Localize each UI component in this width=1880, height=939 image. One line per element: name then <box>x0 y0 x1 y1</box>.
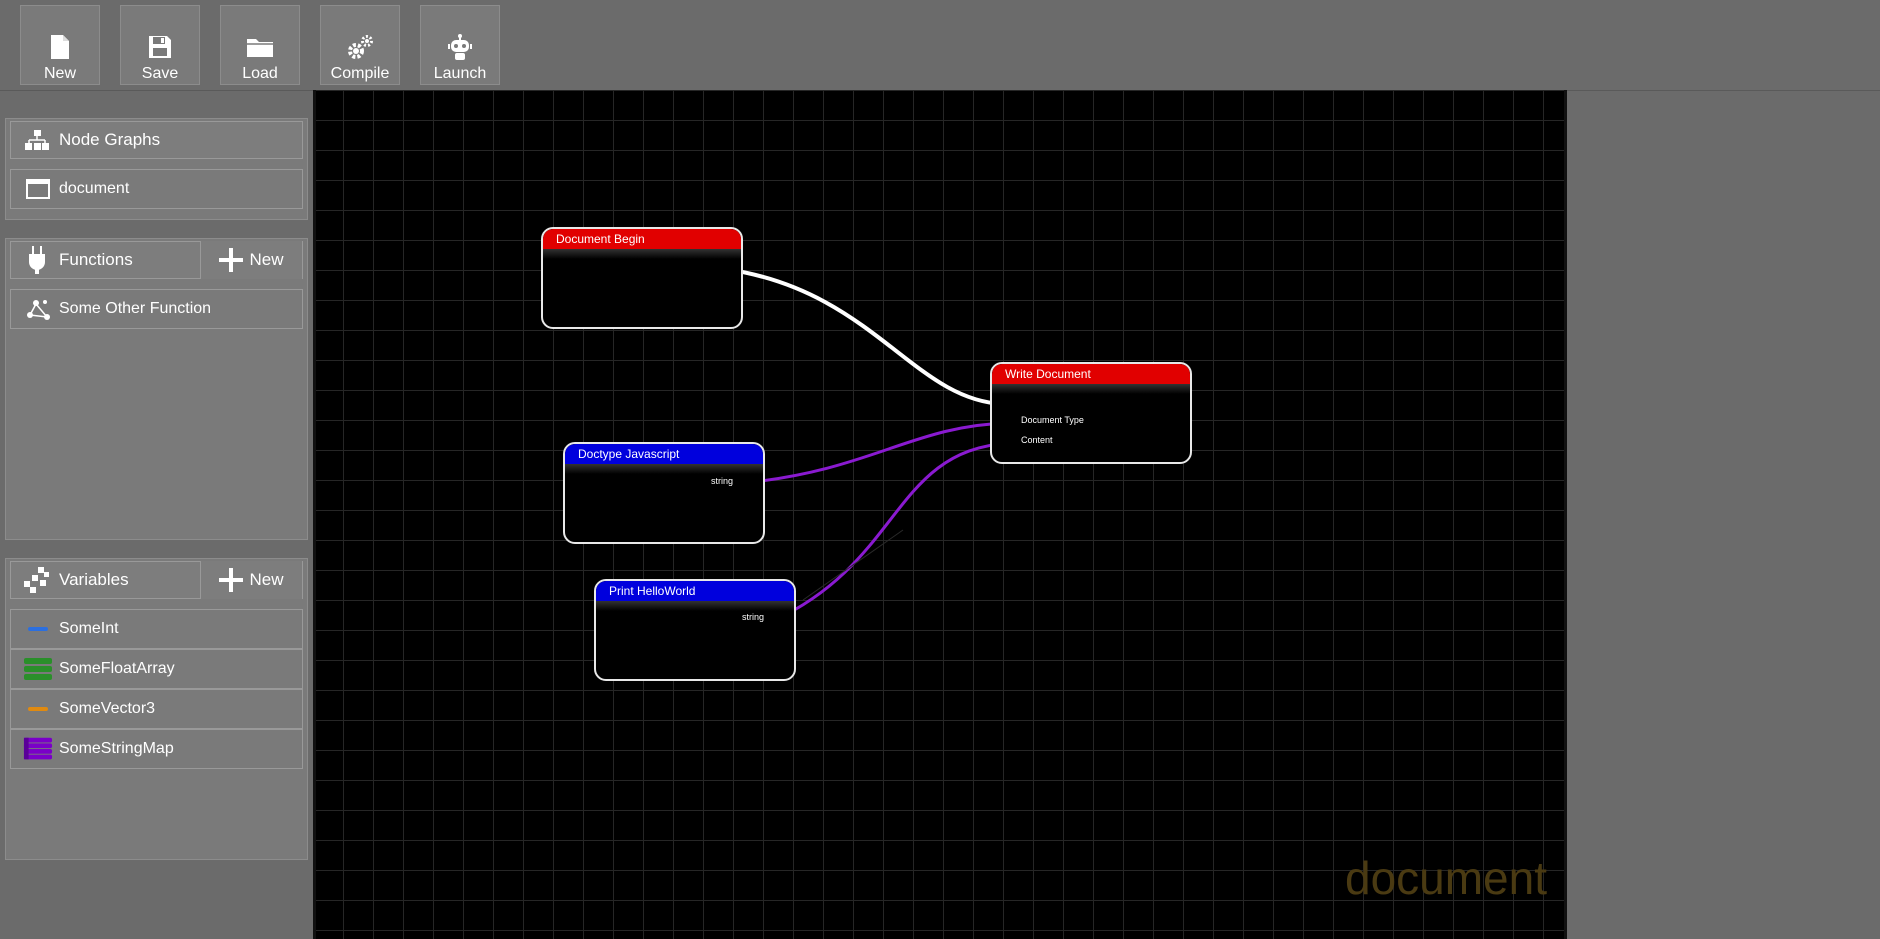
load-button[interactable]: Load <box>220 5 300 85</box>
functions-panel: Functions New Some Other Function <box>5 238 308 540</box>
graph-nodes-icon <box>23 298 53 320</box>
int-type-icon <box>23 625 53 633</box>
variable-item-someint[interactable]: SomeInt <box>10 609 303 649</box>
variables-icon <box>23 567 51 593</box>
plus-icon <box>219 248 244 272</box>
new-function-button[interactable]: New <box>200 241 302 279</box>
save-icon <box>147 32 173 62</box>
hierarchy-icon <box>23 130 51 150</box>
node-graphs-header: Node Graphs <box>10 121 303 159</box>
node-title: Document Begin <box>543 229 741 249</box>
node-graph-item-document[interactable]: document <box>10 169 303 209</box>
canvas-left-border <box>313 90 316 939</box>
node-title: Doctype Javascript <box>565 444 763 464</box>
canvas-right-border <box>1564 90 1567 939</box>
pin-label-document-type: Document Type <box>1021 415 1084 425</box>
gears-icon <box>345 32 375 62</box>
compile-button-label: Compile <box>330 65 390 82</box>
string-map-type-icon <box>23 736 53 762</box>
save-button[interactable]: Save <box>120 5 200 85</box>
robot-icon <box>447 32 473 62</box>
file-icon <box>49 32 71 62</box>
data-wire-content <box>774 441 1011 622</box>
functions-header: Functions New <box>10 241 303 279</box>
load-button-label: Load <box>242 65 278 82</box>
pin-label-string: string <box>710 476 733 486</box>
save-button-label: Save <box>141 65 179 82</box>
variable-item-label: SomeInt <box>59 620 119 637</box>
toolbar: New Save Load Compile Launch <box>0 0 1880 90</box>
node-doctype-javascript[interactable]: Doctype Javascript string <box>563 442 765 544</box>
wires-layer <box>720 261 1019 628</box>
plug-icon <box>23 246 51 274</box>
node-print-helloworld[interactable]: Print HelloWorld string <box>594 579 796 681</box>
launch-button-label: Launch <box>433 65 487 82</box>
new-variable-label: New <box>249 570 284 589</box>
function-item-label: Some Other Function <box>59 300 212 317</box>
new-button[interactable]: New <box>20 5 100 85</box>
function-item-some-other-function[interactable]: Some Other Function <box>10 289 303 329</box>
variables-title: Variables <box>59 570 129 589</box>
node-write-document[interactable]: Write Document Document Type Content <box>990 362 1192 464</box>
node-title: Write Document <box>992 364 1190 384</box>
new-button-label: New <box>43 65 76 82</box>
pin-label-content: Content <box>1021 435 1053 445</box>
window-icon <box>23 178 53 200</box>
plus-icon <box>219 568 244 592</box>
node-graphs-panel: Node Graphs document <box>5 118 308 220</box>
launch-button[interactable]: Launch <box>420 5 500 85</box>
variable-item-label: SomeFloatArray <box>59 660 175 677</box>
new-variable-button[interactable]: New <box>200 561 302 599</box>
node-document-begin[interactable]: Document Begin <box>541 227 743 329</box>
variables-panel: Variables New SomeInt SomeFloatArray Som… <box>5 558 308 860</box>
folder-icon <box>246 32 274 62</box>
compile-button[interactable]: Compile <box>320 5 400 85</box>
node-graphs-title: Node Graphs <box>59 130 161 149</box>
float-array-type-icon <box>23 657 53 681</box>
exec-wire <box>724 267 1004 406</box>
variable-item-somevector3[interactable]: SomeVector3 <box>10 689 303 729</box>
variable-item-label: SomeStringMap <box>59 740 174 757</box>
variables-header: Variables New <box>10 561 303 599</box>
variable-item-somestringmap[interactable]: SomeStringMap <box>10 729 303 769</box>
vector3-type-icon <box>23 705 53 713</box>
node-graph-item-label: document <box>59 180 130 197</box>
data-wire-doctype <box>743 421 1011 485</box>
variable-item-somefloatarray[interactable]: SomeFloatArray <box>10 649 303 689</box>
new-function-label: New <box>249 250 284 269</box>
functions-title: Functions <box>59 250 133 269</box>
node-title: Print HelloWorld <box>596 581 794 601</box>
pin-label-string: string <box>741 612 764 622</box>
variable-item-label: SomeVector3 <box>59 700 156 717</box>
node-graph-canvas[interactable]: document Document Begin Write Document D… <box>313 90 1567 939</box>
